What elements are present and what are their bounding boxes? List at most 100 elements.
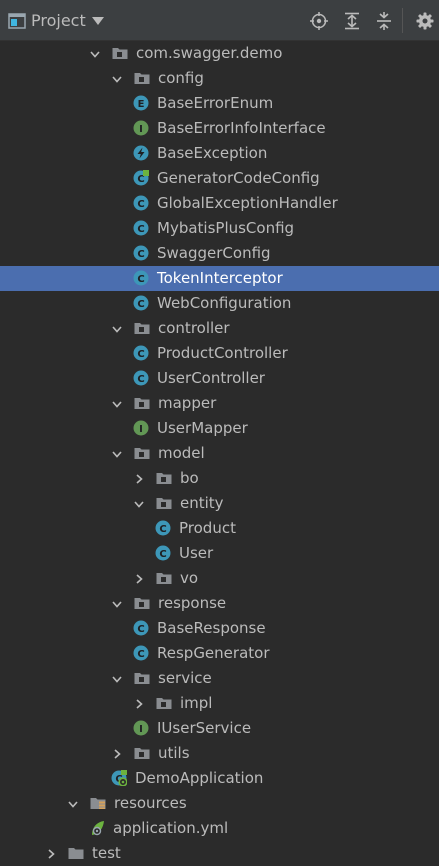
chevron-right-icon[interactable] — [46, 849, 56, 859]
project-toolbar: Project — [0, 0, 439, 41]
tree-item-generatorcodeconfig[interactable]: C GeneratorCodeConfig — [0, 166, 439, 191]
yaml-file-icon — [92, 821, 104, 836]
package-folder-icon — [156, 498, 172, 509]
tree-item-label: IUserService — [157, 719, 252, 737]
tree-item-label: bo — [180, 469, 199, 487]
tree-item-application-yml[interactable]: application.yml — [0, 816, 439, 841]
tree-item-config[interactable]: config — [0, 66, 439, 91]
package-folder-icon — [156, 698, 172, 709]
tree-item-label: SwaggerConfig — [157, 244, 271, 262]
chevron-down-icon[interactable] — [112, 599, 122, 609]
package-folder-icon — [134, 673, 150, 684]
settings-icon[interactable] — [416, 12, 434, 30]
package-folder-icon — [134, 73, 150, 84]
svg-text:C: C — [137, 274, 144, 285]
tree-item-test[interactable]: test — [0, 841, 439, 866]
tree-item-product[interactable]: C Product — [0, 516, 439, 541]
interface-icon: I — [133, 420, 149, 436]
tree-item-baseerrorinfointerface[interactable]: I BaseErrorInfoInterface — [0, 116, 439, 141]
package-folder-icon — [134, 323, 150, 334]
locate-icon[interactable] — [310, 12, 328, 30]
tree-item-baseerrorenum[interactable]: E BaseErrorEnum — [0, 91, 439, 116]
svg-text:E: E — [138, 99, 145, 110]
tree-item-label: com.swagger.demo — [136, 44, 283, 62]
tree-item-globalexceptionhandler[interactable]: C GlobalExceptionHandler — [0, 191, 439, 216]
tree-item-mybatisplusconfig[interactable]: C MybatisPlusConfig — [0, 216, 439, 241]
svg-text:C: C — [137, 374, 144, 385]
package-folder-icon — [134, 448, 150, 459]
tree-item-label: Product — [179, 519, 236, 537]
chevron-right-icon[interactable] — [134, 474, 144, 484]
tree-item-label: UserController — [157, 369, 265, 387]
chevron-down-icon[interactable] — [112, 449, 122, 459]
tree-item-label: BaseException — [157, 144, 268, 162]
tree-item-com-swagger-demo[interactable]: com.swagger.demo — [0, 41, 439, 66]
chevron-down-icon[interactable] — [112, 399, 122, 409]
enum-icon: E — [133, 95, 149, 111]
tree-item-response[interactable]: response — [0, 591, 439, 616]
interface-icon: I — [133, 120, 149, 136]
tree-item-label: resources — [114, 794, 187, 812]
tree-item-label: TokenInterceptor — [157, 269, 283, 287]
tree-item-baseexception[interactable]: BaseException — [0, 141, 439, 166]
tree-item-label: model — [158, 444, 205, 462]
tree-item-webconfiguration[interactable]: C WebConfiguration — [0, 291, 439, 316]
collapse-all-icon[interactable] — [375, 12, 393, 30]
resources-folder-icon — [90, 798, 106, 809]
class-icon: C — [133, 370, 149, 386]
tree-item-respgenerator[interactable]: C RespGenerator — [0, 641, 439, 666]
chevron-down-icon[interactable] — [92, 16, 104, 26]
tree-item-usermapper[interactable]: I UserMapper — [0, 416, 439, 441]
chevron-down-icon[interactable] — [112, 74, 122, 84]
tree-item-label: vo — [180, 569, 199, 587]
tree-item-label: RespGenerator — [157, 644, 270, 662]
tree-item-demoapplication[interactable]: C DemoApplication — [0, 766, 439, 791]
tree-item-label: impl — [180, 694, 213, 712]
package-folder-icon — [134, 748, 150, 759]
tree-item-label: UserMapper — [157, 419, 248, 437]
tree-item-swaggerconfig[interactable]: C SwaggerConfig — [0, 241, 439, 266]
tree-item-model[interactable]: model — [0, 441, 439, 466]
tree-item-label: config — [158, 69, 204, 87]
tree-item-tokeninterceptor[interactable]: C TokenInterceptor — [0, 266, 439, 291]
chevron-right-icon[interactable] — [134, 574, 144, 584]
svg-text:C: C — [137, 199, 144, 210]
package-folder-icon — [134, 598, 150, 609]
chevron-right-icon[interactable] — [134, 699, 144, 709]
tree-item-label: BaseErrorEnum — [157, 94, 274, 112]
class-icon: C — [133, 195, 149, 211]
svg-text:I: I — [139, 424, 143, 435]
tree-item-entity[interactable]: entity — [0, 491, 439, 516]
tree-item-iuserservice[interactable]: I IUserService — [0, 716, 439, 741]
toolbar-separator — [402, 8, 403, 33]
chevron-down-icon[interactable] — [112, 324, 122, 334]
tree-item-vo[interactable]: vo — [0, 566, 439, 591]
project-window-icon — [8, 13, 26, 29]
project-view-title[interactable]: Project — [31, 11, 86, 30]
chevron-down-icon[interactable] — [90, 49, 100, 59]
tree-item-user[interactable]: C User — [0, 541, 439, 566]
tree-item-mapper[interactable]: mapper — [0, 391, 439, 416]
chevron-down-icon[interactable] — [68, 799, 78, 809]
svg-text:C: C — [159, 549, 166, 560]
tree-item-service[interactable]: service — [0, 666, 439, 691]
tree-item-label: GlobalExceptionHandler — [157, 194, 338, 212]
tree-item-resources[interactable]: resources — [0, 791, 439, 816]
tree-item-usercontroller[interactable]: C UserController — [0, 366, 439, 391]
tree-item-productcontroller[interactable]: C ProductController — [0, 341, 439, 366]
tree-item-label: ProductController — [157, 344, 288, 362]
tree-item-impl[interactable]: impl — [0, 691, 439, 716]
class-icon: C — [155, 520, 171, 536]
tree-item-utils[interactable]: utils — [0, 741, 439, 766]
tree-item-bo[interactable]: bo — [0, 466, 439, 491]
tree-item-label: response — [158, 594, 227, 612]
chevron-down-icon[interactable] — [112, 674, 122, 684]
chevron-down-icon[interactable] — [134, 499, 144, 509]
tree-item-controller[interactable]: controller — [0, 316, 439, 341]
package-folder-icon — [112, 48, 128, 59]
svg-text:C: C — [137, 349, 144, 360]
package-folder-icon — [156, 473, 172, 484]
tree-item-baseresponse[interactable]: C BaseResponse — [0, 616, 439, 641]
chevron-right-icon[interactable] — [112, 749, 122, 759]
expand-all-icon[interactable] — [343, 12, 361, 30]
